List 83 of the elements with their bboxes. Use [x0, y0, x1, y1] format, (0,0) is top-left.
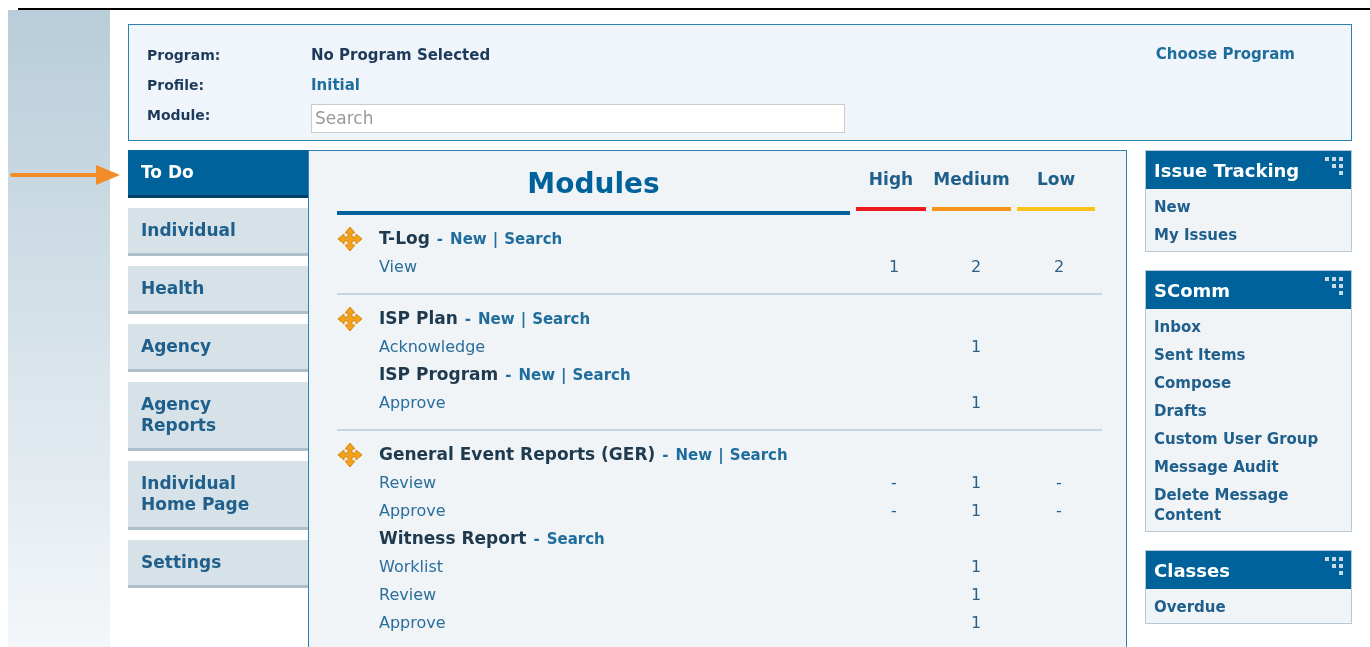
move-icon[interactable] — [337, 442, 363, 468]
count-cell-text: 1 — [969, 472, 983, 494]
count-cell-text: - — [1055, 500, 1063, 522]
nav-tab[interactable]: Agency — [128, 324, 308, 372]
nav-tab[interactable]: Settings — [128, 540, 308, 588]
choose-program-link[interactable]: Choose Program — [1155, 43, 1295, 66]
nav-tab[interactable]: Individual — [128, 208, 308, 256]
module-link[interactable]: New — [450, 227, 487, 251]
program-value: No Program Selected — [311, 44, 491, 66]
panel-link[interactable]: New — [1154, 197, 1343, 217]
separator: - — [464, 308, 472, 330]
panel-title: SComm — [1154, 279, 1231, 303]
action-link[interactable]: Review — [379, 583, 856, 607]
panel-link[interactable]: Compose — [1154, 373, 1343, 393]
separator: - — [662, 444, 669, 466]
priority-heading: Low — [1036, 168, 1076, 191]
separator: | — [561, 364, 567, 386]
field-label: Module: — [147, 105, 212, 125]
module-link[interactable]: Search — [504, 227, 563, 251]
priority-heading: High — [868, 168, 914, 191]
grip-icon[interactable] — [1325, 277, 1345, 297]
field-label: Program: — [147, 45, 222, 65]
module-name: T-Log — [379, 227, 430, 251]
panel-title: Issue Tracking — [1154, 159, 1300, 183]
panel-link[interactable]: My Issues — [1154, 225, 1343, 245]
panel-link[interactable]: Sent Items — [1154, 345, 1343, 365]
module-name: ISP Program — [379, 363, 499, 387]
count-cell-text: 1 — [969, 556, 983, 578]
module-link[interactable]: Search — [532, 307, 591, 331]
modules-title: Modules — [527, 166, 660, 202]
module-name: ISP Plan — [379, 307, 458, 331]
separator: | — [492, 228, 499, 250]
action-link[interactable]: View — [379, 255, 856, 279]
panel-link[interactable]: Inbox — [1154, 317, 1343, 337]
action-link[interactable]: Acknowledge — [379, 335, 856, 359]
pointer-arrow-icon — [10, 164, 122, 186]
count-cell-text: - — [890, 472, 898, 494]
count-cell-text: 1 — [969, 612, 983, 634]
panel-link[interactable]: Drafts — [1154, 401, 1343, 421]
grip-icon[interactable] — [1325, 157, 1345, 177]
separator: - — [505, 364, 512, 386]
panel-link[interactable]: Overdue — [1154, 597, 1343, 617]
module-link[interactable]: Search — [729, 443, 788, 467]
module-name: General Event Reports (GER) — [379, 443, 656, 467]
action-link[interactable]: Approve — [379, 499, 856, 523]
action-link[interactable]: Approve — [379, 391, 856, 415]
nav-tab[interactable]: Health — [128, 266, 308, 314]
module-search-field[interactable]: Search — [311, 103, 845, 133]
action-link[interactable]: Worklist — [379, 555, 856, 579]
field-label: Profile: — [147, 75, 206, 95]
profile-link[interactable]: Initial — [311, 73, 360, 97]
panel-link[interactable]: Custom User Group — [1154, 429, 1343, 449]
panel-link[interactable]: Delete Message Content — [1154, 485, 1343, 525]
module-link[interactable]: New — [478, 307, 515, 331]
module-name: Witness Report — [379, 527, 527, 551]
separator: | — [520, 308, 527, 330]
module-link[interactable]: Search — [572, 363, 631, 387]
count-cell-text: 1 — [969, 500, 983, 522]
count-cell-text: 2 — [969, 256, 983, 278]
nav-tab[interactable]: Agency Reports — [128, 382, 308, 451]
panel-title: Classes — [1154, 559, 1230, 583]
module-link[interactable]: Search — [546, 527, 605, 551]
move-icon[interactable] — [337, 306, 363, 332]
nav-tab[interactable]: To Do — [128, 150, 308, 198]
count-cell-text: 1 — [969, 336, 983, 358]
nav-tab[interactable]: Individual Home Page — [128, 461, 308, 530]
separator: - — [436, 228, 444, 250]
module-link[interactable]: New — [675, 443, 713, 467]
count-cell-text: 1 — [969, 584, 983, 606]
count-cell-text: - — [1055, 472, 1063, 494]
count-cell-text: 2 — [1052, 256, 1066, 278]
module-link[interactable]: New — [518, 363, 556, 387]
panel-link[interactable]: Message Audit — [1154, 457, 1343, 477]
grip-icon[interactable] — [1325, 557, 1345, 577]
count-cell-text: - — [890, 500, 898, 522]
count-cell-text: 1 — [969, 392, 983, 414]
separator: - — [533, 528, 540, 550]
action-link[interactable]: Approve — [379, 611, 856, 635]
priority-heading: Medium — [933, 168, 1010, 191]
count-cell-text: 1 — [887, 256, 901, 278]
move-icon[interactable] — [337, 226, 363, 252]
action-link[interactable]: Review — [379, 471, 856, 495]
separator: | — [718, 444, 724, 466]
